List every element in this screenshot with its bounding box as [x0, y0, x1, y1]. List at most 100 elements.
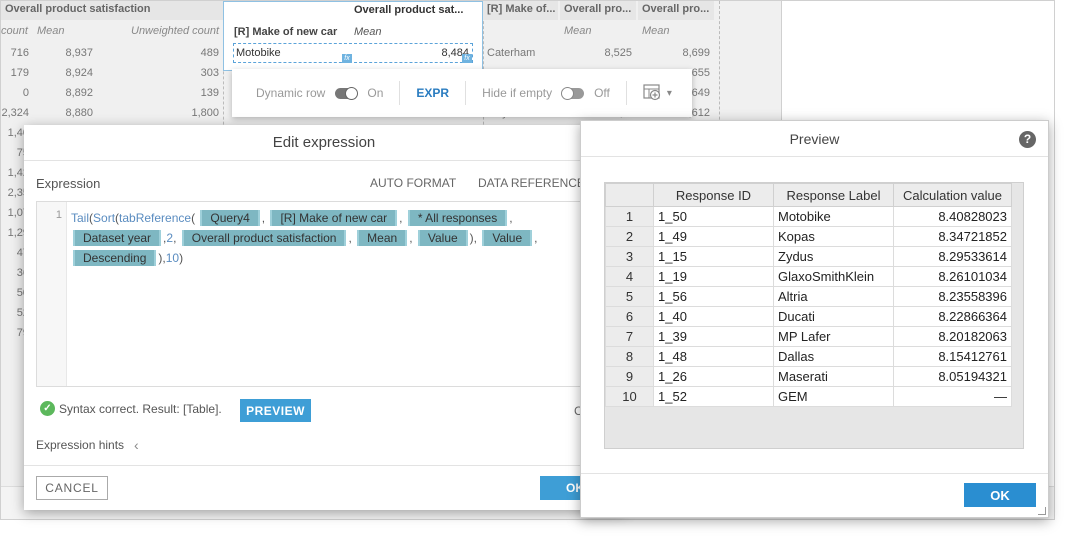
toggle-switch[interactable]	[335, 86, 359, 100]
toolbar-divider	[625, 81, 627, 105]
response-id-cell: 1_19	[653, 266, 774, 287]
function-name: Tail	[71, 211, 90, 225]
reference-token[interactable]: Mean	[357, 230, 408, 246]
add-table-dropdown[interactable]: ▾	[643, 83, 672, 104]
response-label-cell: Dallas	[773, 346, 894, 367]
expr-button[interactable]: EXPR	[416, 86, 449, 100]
expression-hints-toggle[interactable]: Expression hints ‹	[36, 437, 139, 453]
resize-handle[interactable]	[1038, 507, 1046, 515]
calculation-value-cell: 8.23558396	[893, 286, 1012, 307]
reference-token[interactable]: Overall product satisfaction	[181, 230, 347, 246]
ok-button[interactable]: OK	[964, 483, 1036, 507]
corner-header	[605, 183, 654, 207]
calculation-value-cell: 8.15412761	[893, 346, 1012, 367]
grid-cell: 716	[10, 47, 29, 59]
response-label-cell: Zydus	[773, 246, 894, 267]
table-row: 2 1_49 Kopas 8.34721852	[605, 226, 1012, 247]
calculation-value-cell: 8.26101034	[893, 266, 1012, 287]
reference-token[interactable]: Descending	[73, 250, 157, 266]
selected-row-label: Motobike	[236, 47, 281, 59]
auto-format-button[interactable]: AUTO FORMAT	[370, 176, 456, 190]
grid-cell: 8,924	[65, 67, 93, 79]
syntax-status: ✓ Syntax correct. Result: [Table].	[40, 401, 222, 416]
response-label-cell: GEM	[773, 386, 894, 407]
column-toolbar: Dynamic row On EXPR Hide if empty Off ▾	[232, 69, 692, 117]
expression-code[interactable]: Tail(Sort(tabReference( Query4, [R] Make…	[71, 208, 591, 268]
grid-cell: 8,699	[682, 47, 710, 59]
preview-title: Preview	[581, 121, 1048, 157]
table-row: 6 1_40 Ducati 8.22866364	[605, 306, 1012, 327]
fx-icon[interactable]: fx	[342, 54, 352, 63]
response-id-cell: 1_26	[653, 366, 774, 387]
data-references-button[interactable]: DATA REFERENCES	[478, 176, 593, 190]
grid-cell: 179	[10, 67, 29, 79]
reference-token[interactable]: Value	[417, 230, 468, 246]
response-label-cell: MP Lafer	[773, 326, 894, 347]
expression-editor[interactable]: 1 Tail(Sort(tabReference( Query4, [R] Ma…	[36, 201, 596, 387]
help-icon[interactable]: ?	[1019, 131, 1036, 148]
column-header: Response ID	[653, 183, 774, 207]
dynamic-row-toggle[interactable]: Dynamic row On	[256, 86, 383, 100]
dynamic-row-state: On	[367, 86, 384, 100]
row-number: 1	[605, 206, 654, 227]
table-row: 8 1_48 Dallas 8.15412761	[605, 346, 1012, 367]
reference-token[interactable]: Query4	[200, 210, 260, 226]
grid-cell: 8,937	[65, 47, 93, 59]
grid-cell: 303	[200, 67, 219, 79]
calculation-value-cell: 8.34721852	[893, 226, 1012, 247]
response-id-cell: 1_15	[653, 246, 774, 267]
calculation-value-cell: 8.22866364	[893, 306, 1012, 327]
fx-icon[interactable]: fx	[462, 54, 472, 63]
cancel-button[interactable]: CANCEL	[36, 476, 108, 500]
toggle-switch[interactable]	[561, 86, 585, 100]
preview-footer: OK	[581, 473, 1048, 519]
table-row: 3 1_15 Zydus 8.29533614	[605, 246, 1012, 267]
grid-cell: 1,800	[191, 107, 219, 119]
grid-header: Overall pro...	[638, 1, 714, 20]
grid-cell: Caterham	[487, 47, 536, 59]
reference-token[interactable]: * All responses	[407, 210, 508, 226]
check-icon: ✓	[40, 401, 55, 416]
hide-if-empty-label: Hide if empty	[482, 86, 553, 100]
response-id-cell: 1_50	[653, 206, 774, 227]
table-row: 1 1_50 Motobike 8.40828023	[605, 206, 1012, 227]
selected-cell[interactable]: Motobike 8,484 fx fx	[233, 43, 473, 63]
chevron-left-icon[interactable]: ‹	[134, 437, 139, 453]
reference-token[interactable]: Value	[482, 230, 533, 246]
calculation-value-cell: 8.40828023	[893, 206, 1012, 227]
preview-table: Response ID Response Label Calculation v…	[605, 183, 1012, 407]
row-number: 2	[605, 226, 654, 247]
table-row: 9 1_26 Maserati 8.05194321	[605, 366, 1012, 387]
numeric-argument: 10	[165, 251, 180, 265]
calculation-value-cell: 8.29533614	[893, 246, 1012, 267]
preview-table-container: Response ID Response Label Calculation v…	[604, 182, 1024, 449]
hide-if-empty-toggle[interactable]: Hide if empty Off	[482, 86, 610, 100]
toolbar-divider	[399, 81, 401, 105]
line-number: 1	[55, 209, 62, 221]
hide-if-empty-state: Off	[594, 86, 610, 100]
table-row: 10 1_52 GEM —	[605, 386, 1012, 407]
response-label-cell: Altria	[773, 286, 894, 307]
dynamic-row-label: Dynamic row	[256, 86, 326, 100]
row-number: 7	[605, 326, 654, 347]
reference-token[interactable]: Dataset year	[73, 230, 162, 246]
left-data-grid: Overall product satisfaction count Mean …	[1, 1, 223, 339]
row-number: 3	[605, 246, 654, 267]
function-name: tabReference	[119, 211, 192, 225]
response-label-cell: Motobike	[773, 206, 894, 227]
response-id-cell: 1_39	[653, 326, 774, 347]
row-number: 10	[605, 386, 654, 407]
grid-cell: 8,880	[65, 107, 93, 119]
edit-expression-dialog: Edit expression Expression AUTO FORMAT D…	[24, 125, 624, 510]
status-text: Syntax correct. Result: [Table].	[59, 401, 222, 416]
reference-token[interactable]: [R] Make of new car	[270, 210, 398, 226]
preview-button[interactable]: PREVIEW	[240, 399, 311, 422]
grid-cell: 8,525	[604, 47, 632, 59]
numeric-argument: 2	[166, 231, 174, 245]
grid-subheader: Mean	[37, 25, 65, 37]
response-id-cell: 1_49	[653, 226, 774, 247]
response-label-cell: Kopas	[773, 226, 894, 247]
grid-header: Overall pro...	[560, 1, 636, 20]
table-row: 5 1_56 Altria 8.23558396	[605, 286, 1012, 307]
chevron-down-icon: ▾	[666, 87, 672, 99]
